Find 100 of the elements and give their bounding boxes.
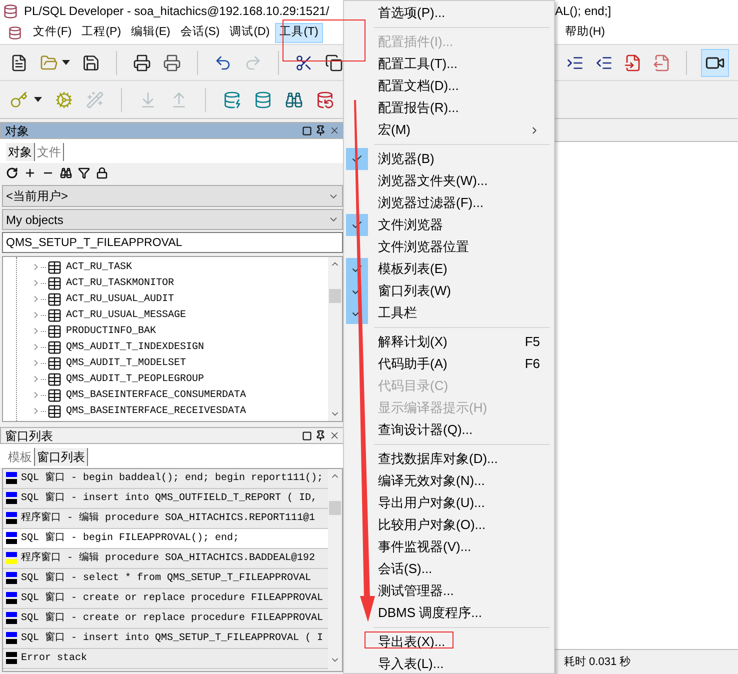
save-icon[interactable]: [82, 54, 100, 72]
scrollbar-thumb[interactable]: [329, 289, 341, 303]
menu-item[interactable]: 配置报告(R)...: [344, 97, 554, 119]
window-list-item[interactable]: 程序窗口 - 编辑 procedure SOA_HITACHICS.BADDEAL@192: [3, 549, 328, 569]
tree-item[interactable]: QMS_AUDIT_T_INDEXDESIGN: [66, 340, 204, 354]
table-icon: [47, 260, 62, 274]
tree-item[interactable]: QMS_BASEINTERFACE_RECEIVESDATA: [66, 404, 246, 418]
pin-icon[interactable]: [315, 430, 326, 441]
menu-item[interactable]: 配置工具(T)...: [344, 53, 554, 75]
table-icon: [47, 372, 62, 386]
refresh-icon[interactable]: [6, 167, 18, 179]
window-icon: [6, 632, 17, 645]
window-icon: [6, 552, 17, 565]
database-icon[interactable]: [316, 90, 334, 108]
tree-item[interactable]: ACT_RU_TASKMONITOR: [66, 276, 174, 290]
window-list-item[interactable]: SQL 窗口 - select * from QMS_SETUP_T_FILEAPPROVAL: [3, 569, 328, 589]
search-field[interactable]: QMS_SETUP_T_FILEAPPROVAL: [2, 232, 343, 253]
menu-bar-item[interactable]: 会话(S): [175, 23, 225, 43]
restore-icon[interactable]: [302, 126, 312, 136]
menu-item[interactable]: 解释计划(X) F5: [344, 331, 554, 353]
menu-bar-item[interactable]: 调试(D): [224, 23, 275, 43]
pin-icon[interactable]: [315, 125, 326, 136]
tree-item[interactable]: PRODUCTINFO_BAK: [66, 324, 156, 338]
restore-icon[interactable]: [302, 430, 312, 440]
key-icon[interactable]: [10, 90, 28, 108]
window-list-item[interactable]: SQL 窗口 - insert into QMS_OUTFIELD_T_REPORT ( ID,: [3, 489, 328, 509]
undo-icon[interactable]: [214, 54, 232, 72]
menu-item[interactable]: 导出表(X)...: [344, 631, 554, 653]
menu-bar-item[interactable]: 文件(F): [28, 23, 77, 43]
tree-item[interactable]: QMS_BASEINTERFACE_CONSUMERDATA: [66, 388, 246, 402]
document-icon[interactable]: [653, 54, 671, 72]
close-icon[interactable]: [329, 125, 340, 136]
panel-tab[interactable]: 文件: [35, 143, 64, 161]
table-icon: [47, 292, 62, 306]
menu-item[interactable]: 首选项(P)...: [344, 2, 554, 24]
window-list-item[interactable]: SQL 窗口 - begin FILEAPPROVAL(); end;: [3, 529, 328, 549]
window-icon: [6, 572, 17, 585]
window-list-item[interactable]: Error stack: [3, 649, 328, 669]
user-select[interactable]: <当前用户>: [2, 185, 343, 207]
menu-bar-item[interactable]: 工程(P): [76, 23, 126, 43]
tree-item[interactable]: ACT_RU_TASK: [66, 260, 132, 274]
menu-item[interactable]: 代码助手(A) F6: [344, 353, 554, 375]
menu-item[interactable]: 会话(S)...: [344, 558, 554, 580]
window-list-item[interactable]: SQL 窗口 - begin baddeal(); end; begin report111();: [3, 469, 328, 489]
window-title: PL/SQL Developer - soa_hitachics@192.168.10.29:1521/: [24, 3, 330, 20]
tree-item[interactable]: QMS_AUDIT_T_MODELSET: [66, 356, 186, 370]
shortcut-label: F6: [524, 355, 540, 374]
panel-tab[interactable]: 对象: [6, 143, 35, 161]
filter-icon[interactable]: [78, 167, 90, 179]
menu-bar-item[interactable]: 帮助(H): [558, 25, 612, 40]
dropdown-caret-icon[interactable]: [62, 60, 70, 65]
menu-item[interactable]: 测试管理器...: [344, 580, 554, 602]
tree-item[interactable]: ACT_RU_USUAL_AUDIT: [66, 292, 174, 306]
window-icon: [6, 612, 17, 625]
menu-item[interactable]: 浏览器过滤器(F)...: [344, 192, 554, 214]
tree-item[interactable]: ACT_RU_USUAL_MESSAGE: [66, 308, 186, 322]
menu-item[interactable]: DBMS 调度程序...: [344, 602, 554, 624]
menu-item[interactable]: 导入表(L)...: [344, 653, 554, 673]
table-icon: [47, 404, 62, 418]
printer-icon[interactable]: [133, 54, 151, 72]
menu-bar-item[interactable]: 编辑(E): [126, 23, 176, 43]
app-logo-icon: [3, 4, 18, 18]
window-icon: [6, 592, 17, 605]
window-list-item[interactable]: SQL 窗口 - create or replace procedure FILEAPPROVAL: [3, 589, 328, 609]
menu-item[interactable]: 导出用户对象(U)...: [344, 492, 554, 514]
scrollbar-thumb[interactable]: [329, 501, 341, 515]
database-icon[interactable]: [254, 90, 272, 108]
document-icon[interactable]: [624, 54, 642, 72]
menu-item[interactable]: 文件浏览器位置: [344, 236, 554, 258]
window-icon: [6, 512, 17, 525]
menu-item[interactable]: 比较用户对象(O)...: [344, 514, 554, 536]
menu-item[interactable]: 查找数据库对象(D)...: [344, 448, 554, 470]
close-icon[interactable]: [329, 430, 340, 441]
cut-icon[interactable]: [295, 54, 313, 72]
tree-item[interactable]: QMS_AUDIT_T_PEOPLEGROUP: [66, 372, 204, 386]
scrollbar[interactable]: [328, 257, 342, 421]
lock-icon[interactable]: [96, 167, 108, 179]
binoculars-icon[interactable]: [285, 90, 303, 108]
menu-item[interactable]: 浏览器文件夹(W)...: [344, 170, 554, 192]
filter-select[interactable]: My objects: [2, 209, 343, 230]
menu-item[interactable]: 宏(M): [344, 119, 554, 141]
table-icon: [47, 276, 62, 290]
table-icon: [47, 308, 62, 322]
panel-tab[interactable]: 窗口列表: [35, 448, 88, 466]
menu-item[interactable]: 编译无效对象(N)...: [344, 470, 554, 492]
new-file-icon[interactable]: [10, 54, 28, 72]
menu-item[interactable]: 配置文档(D)...: [344, 75, 554, 97]
window-list-item[interactable]: SQL 窗口 - create or replace procedure FILEAPPROVAL: [3, 609, 328, 629]
menu-item[interactable]: 查询设计器(Q)...: [344, 419, 554, 441]
copy-icon[interactable]: [325, 54, 343, 72]
printer-icon[interactable]: [163, 54, 181, 72]
binoculars-icon[interactable]: [60, 167, 72, 179]
dropdown-caret-icon[interactable]: [34, 97, 42, 102]
table-icon: [47, 340, 62, 354]
camera-icon[interactable]: [702, 50, 728, 76]
menu-item[interactable]: 事件监视器(V)...: [344, 536, 554, 558]
add-icon[interactable]: [24, 167, 36, 179]
window-list-item[interactable]: SQL 窗口 - insert into QMS_SETUP_T_FILEAPPROVAL ( I: [3, 629, 328, 649]
database-icon[interactable]: [223, 90, 241, 108]
window-list-item[interactable]: 程序窗口 - 编辑 procedure SOA_HITACHICS.REPORT111@1: [3, 509, 328, 529]
